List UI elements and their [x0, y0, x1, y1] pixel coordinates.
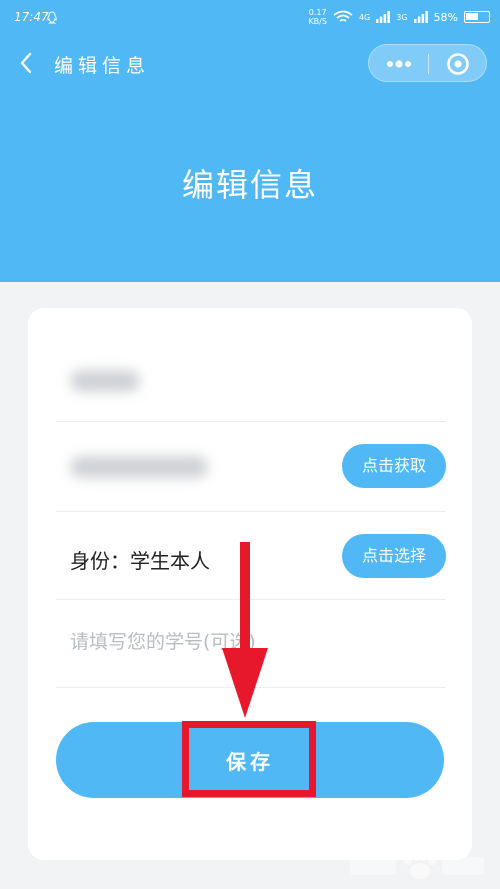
- nav-bar: 编辑信息: [0, 40, 500, 88]
- chevron-left-icon: [20, 52, 32, 74]
- blurred-name: [70, 370, 140, 392]
- nav-title: 编辑信息: [54, 55, 151, 77]
- select-identity-button[interactable]: 点击选择: [342, 534, 446, 578]
- identity-label: 身份：: [70, 549, 130, 573]
- battery-icon: [464, 11, 490, 23]
- status-bar: 17:47 0.17 KB/S 4G 3G 58%: [0, 0, 500, 34]
- status-time: 17:47: [14, 10, 49, 24]
- signal-icon-2: [413, 11, 428, 23]
- phone-row: 点击获取: [56, 422, 446, 512]
- student-id-row: [56, 600, 446, 688]
- identity-row: 身份：学生本人 点击选择: [56, 512, 446, 600]
- network-speed: 0.17 KB/S: [308, 8, 327, 26]
- form-card: 点击获取 身份：学生本人 点击选择 保存: [28, 308, 472, 860]
- name-row: [56, 338, 446, 422]
- student-id-input[interactable]: [70, 624, 440, 660]
- close-button[interactable]: [429, 45, 488, 83]
- more-button[interactable]: [369, 45, 428, 83]
- save-button[interactable]: 保存: [56, 722, 444, 798]
- status-indicators: 0.17 KB/S 4G 3G 58%: [308, 8, 490, 26]
- header: 17:47 0.17 KB/S 4G 3G 58% 编辑信息 编辑信息: [0, 0, 500, 282]
- baidu-watermark-logo: [350, 853, 484, 879]
- menu-capsule: [368, 44, 487, 82]
- page-title: 编辑信息: [181, 166, 318, 204]
- wifi-icon: [333, 10, 353, 22]
- back-button[interactable]: [12, 48, 42, 78]
- signal-icon: [376, 11, 391, 23]
- network-type-2: 3G: [396, 12, 408, 22]
- qq-icon: [47, 11, 57, 24]
- network-type-1: 4G: [358, 12, 371, 22]
- target-close-icon: [447, 53, 469, 75]
- more-dots-icon: [387, 60, 411, 68]
- battery-percent: 58%: [433, 10, 458, 24]
- blurred-phone: [70, 456, 208, 478]
- identity-text: 身份：学生本人: [70, 545, 210, 574]
- identity-value: 学生本人: [130, 549, 210, 573]
- get-phone-button[interactable]: 点击获取: [342, 444, 446, 488]
